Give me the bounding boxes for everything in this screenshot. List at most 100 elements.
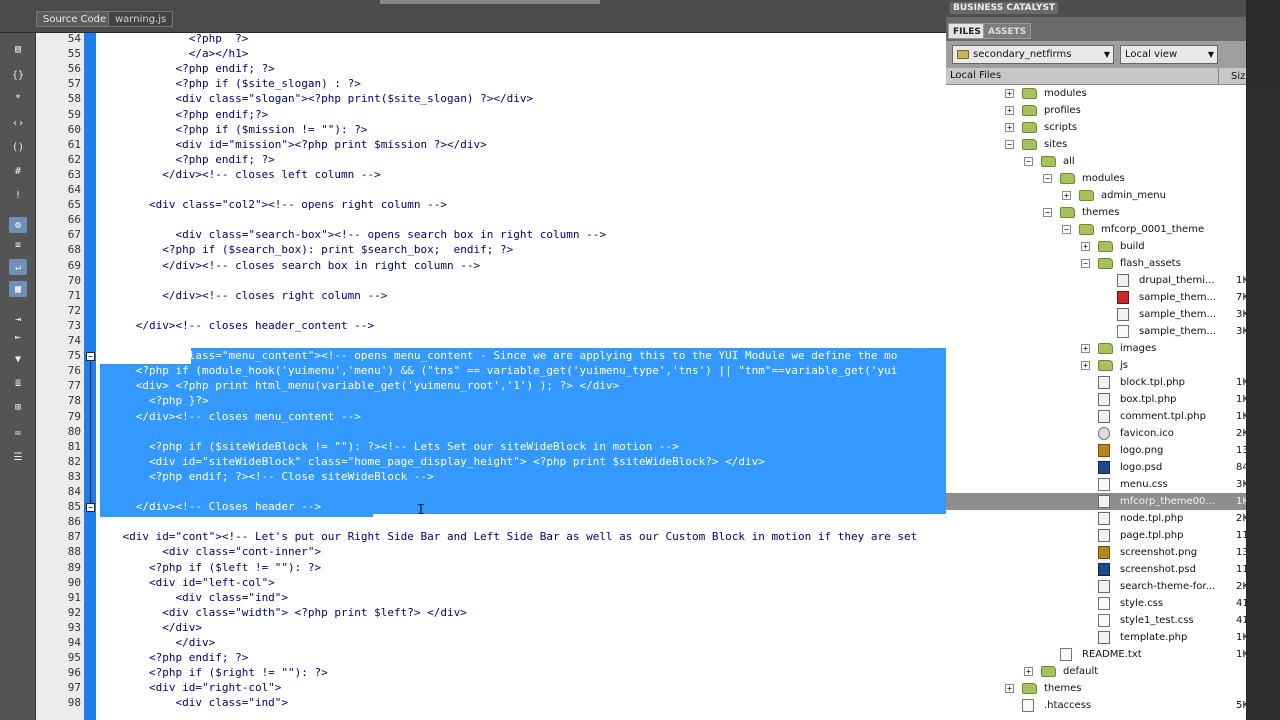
code-line[interactable]: <?php if ($siteWideBlock != ""): ?><!-- … — [96, 439, 679, 454]
recent-snippets-icon[interactable]: ▼ — [9, 351, 27, 367]
tree-folder-row[interactable]: − themes — [946, 204, 1280, 221]
expand-icon[interactable]: + — [1062, 191, 1071, 200]
outdent-icon[interactable]: ⇤ — [9, 329, 27, 345]
tree-file-row[interactable]: favicon.ico 2K — [946, 425, 1280, 442]
tree-folder-row[interactable]: − modules — [946, 170, 1280, 187]
code-line[interactable]: <?php endif;?> — [96, 107, 268, 122]
collapse-icon[interactable]: − — [1062, 225, 1071, 234]
tree-file-row[interactable]: style.css 41K — [946, 595, 1280, 612]
tab-related-file[interactable]: warning.js — [108, 11, 174, 27]
code-line[interactable]: <div id="cont"><!-- Let's put our Right … — [96, 529, 917, 544]
tree-folder-row[interactable]: − all — [946, 153, 1280, 170]
indent-icon[interactable]: ⇥ — [9, 311, 27, 327]
tree-folder-row[interactable]: + default — [946, 663, 1280, 680]
expand-icon[interactable]: + — [1005, 106, 1014, 115]
expand-all-icon[interactable]: * — [9, 90, 27, 106]
collapse-icon[interactable]: − — [1005, 140, 1014, 149]
code-line[interactable]: </div> — [96, 635, 215, 650]
code-line[interactable]: <?php endif; ?><!-- Close siteWideBlock … — [96, 469, 434, 484]
open-documents-icon[interactable]: ▤ — [9, 41, 27, 57]
code-line[interactable]: <div class="cont-inner"> — [96, 544, 321, 559]
column-size[interactable]: Siz — [1218, 68, 1245, 85]
tree-file-row[interactable]: README.txt 1K — [946, 646, 1280, 663]
code-line[interactable]: <div class="ind"> — [96, 590, 288, 605]
fold-collapse-icon[interactable]: − — [86, 352, 95, 361]
collapse-icon[interactable]: − — [1043, 208, 1052, 217]
code-line[interactable]: <?php endif; ?> — [96, 152, 274, 167]
fold-end-icon[interactable]: − — [86, 503, 95, 512]
tab-source-code[interactable]: Source Code — [36, 11, 114, 27]
tree-file-row[interactable]: drupal_themi... 1K — [946, 272, 1280, 289]
code-line[interactable]: <div> <?php print html_menu(variable_get… — [96, 378, 619, 393]
highlight-invalid-icon[interactable]: ! — [9, 187, 27, 203]
code-editor[interactable]: <?php ?> </a></h1> <?php endif; ?> <?php… — [96, 33, 946, 720]
tree-folder-row[interactable]: − sites — [946, 136, 1280, 153]
code-line[interactable]: </div> — [96, 620, 202, 635]
expand-icon[interactable]: + — [1081, 361, 1090, 370]
code-line[interactable]: </div><!-- closes menu_content --> — [96, 409, 361, 424]
tree-folder-row[interactable]: + js — [946, 357, 1280, 374]
code-line[interactable]: </div><!-- closes right column --> — [96, 288, 387, 303]
tree-file-row[interactable]: template.php 1K — [946, 629, 1280, 646]
apply-comment-icon[interactable]: ≡ — [9, 237, 27, 253]
code-line[interactable]: </div><!-- closes search box in right co… — [96, 258, 480, 273]
code-line[interactable]: <div class="menu_content"><!-- opens men… — [96, 348, 897, 363]
code-line[interactable]: <div class="search-box"><!-- opens searc… — [96, 227, 605, 242]
word-wrap-icon[interactable]: ↵ — [9, 259, 27, 275]
code-line[interactable]: <div class="ind"> — [96, 695, 288, 710]
code-line[interactable]: </div><!-- closes header_content --> — [96, 318, 374, 333]
panel-title[interactable]: BUSINESS CATALYST — [950, 2, 1059, 14]
tree-folder-row[interactable]: + modules — [946, 85, 1280, 102]
code-line[interactable]: </div><!-- closes left column --> — [96, 167, 381, 182]
tree-file-row[interactable]: comment.tpl.php 1K — [946, 408, 1280, 425]
format-source-icon[interactable]: ▦ — [9, 281, 27, 297]
code-line[interactable]: <?php }?> — [96, 393, 209, 408]
tree-folder-row[interactable]: + images — [946, 340, 1280, 357]
tree-file-row[interactable]: page.tpl.php 11K — [946, 527, 1280, 544]
code-line[interactable]: <?php if (module_hook('yuimenu','menu') … — [96, 363, 898, 378]
tree-file-row[interactable]: logo.png 13K — [946, 442, 1280, 459]
expand-icon[interactable]: + — [1024, 667, 1033, 676]
tree-file-row[interactable]: box.tpl.php 1K — [946, 391, 1280, 408]
code-line[interactable]: <?php endif; ?> — [96, 61, 274, 76]
tree-folder-row[interactable]: + admin_menu — [946, 187, 1280, 204]
view-select[interactable]: Local view ▼ — [1120, 45, 1218, 64]
tree-folder-row[interactable]: + scripts — [946, 119, 1280, 136]
tree-file-row[interactable]: screenshot.png 13K — [946, 544, 1280, 561]
tree-folder-row[interactable]: − flash_assets — [946, 255, 1280, 272]
code-line[interactable]: <?php if ($site_slogan) : ?> — [96, 76, 360, 91]
tree-file-row[interactable]: .htaccess 5K — [946, 697, 1280, 714]
wrap-tag-icon[interactable]: ⊞ — [9, 399, 27, 415]
tab-assets[interactable]: ASSETS — [983, 23, 1032, 39]
tree-file-row[interactable]: style1_test.css 41K — [946, 612, 1280, 629]
code-line[interactable]: <div id="right-col"> — [96, 680, 281, 695]
expand-icon[interactable]: + — [1005, 89, 1014, 98]
remove-comment-icon[interactable]: ≔ — [9, 425, 27, 441]
tree-file-row[interactable]: mfcorp_theme00... 1K — [946, 493, 1280, 510]
tree-file-row[interactable]: block.tpl.php 1K — [946, 374, 1280, 391]
collapse-icon[interactable]: − — [1081, 259, 1090, 268]
code-line[interactable]: <div id="left-col"> — [96, 575, 275, 590]
site-select[interactable]: secondary_netfirms ▼ — [952, 45, 1114, 64]
tree-folder-row[interactable]: + build — [946, 238, 1280, 255]
tab-files[interactable]: FILES — [948, 23, 986, 39]
move-css-icon[interactable]: ≣ — [9, 375, 27, 391]
code-line[interactable]: <?php if ($search_box): print $search_bo… — [96, 242, 513, 257]
tree-file-row[interactable]: screenshot.psd 113K — [946, 561, 1280, 578]
tree-file-row[interactable]: search-theme-for... 2K — [946, 578, 1280, 595]
code-line[interactable]: <?php if ($left != ""): ?> — [96, 560, 321, 575]
code-line[interactable]: </div><!-- Closes header --> — [96, 499, 321, 514]
tree-folder-row[interactable]: + themes — [946, 680, 1280, 697]
tree-file-row[interactable]: menu.css 3K — [946, 476, 1280, 493]
expand-icon[interactable]: + — [1005, 684, 1014, 693]
expand-icon[interactable]: + — [1081, 344, 1090, 353]
syntax-check-icon[interactable]: ⚙ — [9, 217, 27, 233]
tree-folder-row[interactable]: + profiles — [946, 102, 1280, 119]
format-code-icon[interactable]: ☰ — [9, 449, 27, 465]
balance-braces-icon[interactable]: () — [9, 139, 27, 155]
code-line[interactable]: <?php endif; ?> — [96, 650, 248, 665]
code-line[interactable]: </a></h1> — [96, 46, 249, 61]
code-line[interactable]: <?php if ($mission != ""): ?> — [96, 122, 367, 137]
code-line[interactable]: <?php if ($right != ""): ?> — [96, 665, 328, 680]
code-line[interactable]: <div id="siteWideBlock" class="home_page… — [96, 454, 765, 469]
